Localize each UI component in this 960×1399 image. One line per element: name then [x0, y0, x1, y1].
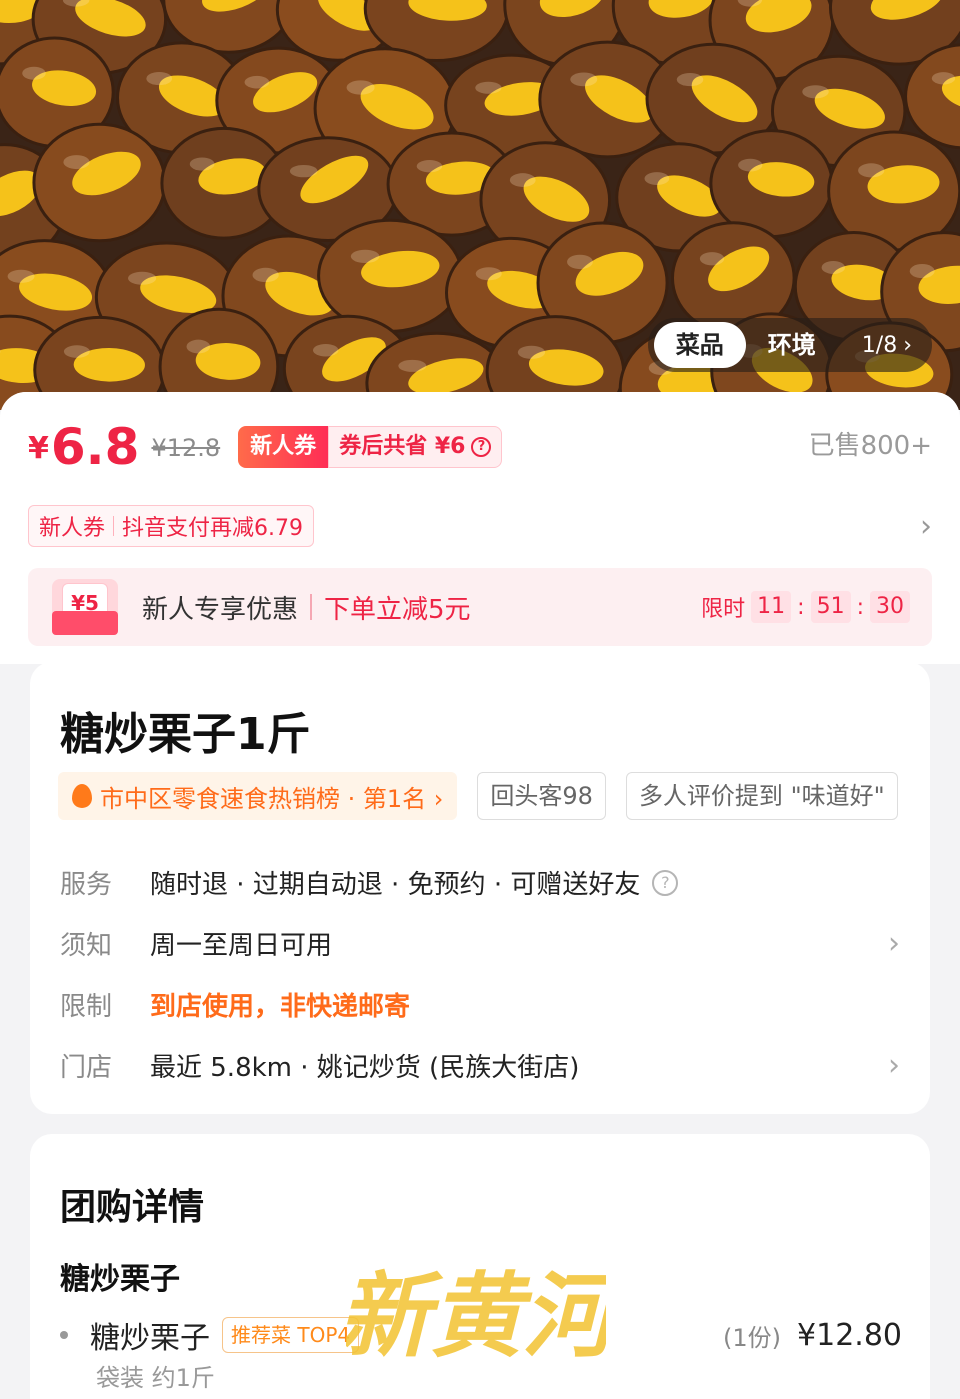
- original-price: ¥12.8: [151, 434, 221, 462]
- timer-minutes: 51: [810, 591, 851, 623]
- chestnut: [709, 129, 834, 239]
- chevron-right-icon[interactable]: ›: [888, 1048, 900, 1083]
- detail-rows: 服务 随时退 · 过期自动退 · 免预约 · 可赠送好友 ? 须知 周一至周日可…: [60, 852, 900, 1096]
- restriction-row: 限制 到店使用，非快递邮寄: [60, 974, 900, 1035]
- fire-icon: [72, 784, 92, 808]
- payment-discount-chip: 新人券 抖音支付再减6.79: [28, 505, 315, 547]
- watermark-text: 新黄河: [346, 1262, 606, 1370]
- timer-label: 限时: [701, 597, 746, 622]
- service-row[interactable]: 服务 随时退 · 过期自动退 · 免预约 · 可赠送好友 ?: [60, 852, 900, 913]
- item-price: ¥12.80: [797, 1317, 902, 1353]
- timer-hours: 11: [751, 591, 792, 623]
- sold-count: 已售800+: [808, 431, 932, 461]
- recommend-tag[interactable]: 推荐菜 TOP4: [222, 1317, 360, 1353]
- review-tag[interactable]: 多人评价提到 "味道好": [625, 772, 898, 820]
- row-value: 周一至周日可用: [150, 931, 333, 961]
- row-value: 到店使用，非快递邮寄: [150, 992, 411, 1022]
- notice-row[interactable]: 须知 周一至周日可用 ›: [60, 913, 900, 974]
- item-name: 糖炒栗子: [90, 1321, 210, 1356]
- group-title: 团购详情: [60, 1187, 205, 1228]
- promo-deal: 下单立减5元: [324, 594, 471, 625]
- help-icon[interactable]: ?: [652, 869, 679, 896]
- group-subtitle: 糖炒栗子: [60, 1262, 180, 1297]
- coupon-tag[interactable]: 新人券 券后共省 ¥6 ?: [238, 426, 503, 468]
- service-text: 随时退 · 过期自动退 · 免预约 · 可赠送好友: [150, 870, 641, 900]
- bullet: [60, 1331, 68, 1339]
- timer-colon: :: [797, 594, 805, 620]
- product-info-card: 糖炒栗子1斤 市中区零食速食热销榜 · 第1名 › 回头客98 多人评价提到 "…: [30, 662, 930, 1114]
- tab-environment[interactable]: 环境: [746, 322, 838, 368]
- payment-chip-label: 新人券: [39, 516, 106, 541]
- gallery-tabs: 菜品 环境 1/8 ›: [647, 318, 932, 372]
- timer-seconds: 30: [870, 591, 910, 623]
- envelope-front: [52, 611, 118, 635]
- product-title: 糖炒栗子1斤: [60, 709, 311, 760]
- product-tags: 市中区零食速食热销榜 · 第1名 › 回头客98 多人评价提到 "味道好": [58, 772, 930, 820]
- item-quantity: (1份): [723, 1323, 782, 1352]
- gallery-counter[interactable]: 1/8 ›: [838, 333, 926, 358]
- chestnut: [317, 218, 464, 333]
- current-price: 6.8: [50, 418, 140, 476]
- gallery-counter-label: 1/8: [861, 332, 898, 358]
- new-user-coupon-label: 新人券: [238, 426, 329, 468]
- row-value: 随时退 · 过期自动退 · 免预约 · 可赠送好友 ?: [150, 864, 679, 901]
- store-row[interactable]: 门店 最近 5.8km · 姚记炒货 (民族大街店) ›: [60, 1035, 900, 1096]
- ranking-tag[interactable]: 市中区零食速食热销榜 · 第1名 ›: [58, 772, 458, 820]
- watermark-logo: 新黄河: [346, 1262, 606, 1370]
- price-section: ¥ 6.8 ¥12.8 新人券 券后共省 ¥6 ? 已售800+ 新人券 抖音支…: [0, 392, 960, 664]
- currency-symbol: ¥: [28, 431, 49, 466]
- new-user-promo-banner[interactable]: ¥5 新人专享优惠 下单立减5元 限时 11 : 51 : 30: [28, 568, 932, 646]
- chevron-right-icon[interactable]: ›: [920, 509, 932, 544]
- row-label: 须知: [60, 931, 113, 961]
- item-description: 袋装 约1斤: [96, 1364, 215, 1392]
- row-label: 门店: [60, 1053, 113, 1083]
- ranking-tag-text: 市中区零食速食热销榜 · 第1名 ›: [100, 784, 444, 813]
- row-label: 限制: [60, 992, 113, 1022]
- divider: [310, 594, 313, 620]
- promo-title: 新人专享优惠: [142, 594, 299, 625]
- detail-sheet: ¥ 6.8 ¥12.8 新人券 券后共省 ¥6 ? 已售800+ 新人券 抖音支…: [0, 392, 960, 1399]
- chevron-right-icon[interactable]: ›: [888, 926, 900, 961]
- payment-chip-text: 抖音支付再减6.79: [122, 516, 304, 541]
- help-icon[interactable]: ?: [471, 437, 492, 457]
- tab-dishes[interactable]: 菜品: [653, 322, 746, 368]
- divider: [113, 516, 115, 536]
- repeat-customer-tag[interactable]: 回头客98: [477, 772, 606, 820]
- chestnut: [32, 122, 167, 243]
- price-row: ¥ 6.8 ¥12.8 新人券 券后共省 ¥6 ? 已售800+: [28, 414, 932, 474]
- chevron-right-icon: ›: [903, 332, 912, 358]
- coupon-savings-text: 券后共省 ¥6: [339, 434, 466, 459]
- countdown-timer: 限时 11 : 51 : 30: [701, 591, 910, 623]
- payment-discount-row[interactable]: 新人券 抖音支付再减6.79 ›: [28, 504, 932, 548]
- timer-colon: :: [856, 594, 864, 620]
- red-envelope-icon: ¥5: [52, 579, 118, 635]
- coupon-savings: 券后共省 ¥6 ?: [328, 426, 503, 468]
- product-photo[interactable]: 菜品 环境 1/8 ›: [0, 0, 960, 410]
- row-label: 服务: [60, 870, 113, 900]
- row-value: 最近 5.8km · 姚记炒货 (民族大街店): [150, 1053, 580, 1083]
